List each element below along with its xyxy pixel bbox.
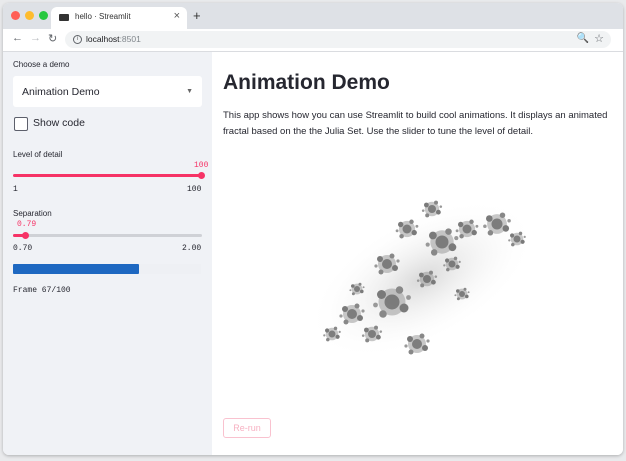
detail-slider-track[interactable] <box>13 174 202 177</box>
reload-icon[interactable]: ↻ <box>48 32 57 45</box>
url-host: localhost <box>86 34 120 44</box>
url-port: :8501 <box>119 34 141 44</box>
progress-bar <box>13 264 201 274</box>
demo-select-value: Animation Demo <box>22 86 100 98</box>
chevron-down-icon: ▼ <box>186 88 193 95</box>
tab-strip: hello · Streamlit × + <box>3 3 623 29</box>
maximize-window-button[interactable] <box>39 11 48 20</box>
main-panel: Animation Demo This app shows how you ca… <box>212 52 623 455</box>
sidebar: Choose a demo Animation Demo ▼ Show code… <box>3 52 212 455</box>
separation-slider-min: 0.70 <box>13 244 33 253</box>
separation-slider-value: 0.79 <box>17 220 37 229</box>
frame-counter: Frame 67/100 <box>13 286 71 295</box>
separation-slider-max: 2.00 <box>182 244 202 253</box>
browser-window: hello · Streamlit × + ← → ↻ i localhost:… <box>3 3 623 455</box>
detail-slider-label: Level of detail <box>13 150 63 159</box>
browser-tab[interactable]: hello · Streamlit × <box>51 7 187 29</box>
show-code-checkbox[interactable] <box>14 117 28 131</box>
show-code-label[interactable]: Show code <box>33 117 85 129</box>
back-arrow-icon[interactable]: ← <box>12 32 23 44</box>
demo-select[interactable]: Animation Demo ▼ <box>13 76 202 107</box>
streamlit-favicon-icon <box>59 14 69 21</box>
progress-bar-fill <box>13 264 139 274</box>
demo-select-label: Choose a demo <box>13 60 70 69</box>
page-description: This app shows how you can use Streamlit… <box>223 110 608 137</box>
tab-close-icon[interactable]: × <box>174 10 180 22</box>
detail-slider-min: 1 <box>13 185 18 194</box>
new-tab-button[interactable]: + <box>193 8 201 23</box>
url-text: localhost:8501 <box>86 34 141 44</box>
close-window-button[interactable] <box>11 11 20 20</box>
julia-set-fractal-image <box>307 198 537 360</box>
bookmark-star-icon[interactable]: ☆ <box>594 32 604 45</box>
browser-toolbar: ← → ↻ i localhost:8501 🔍 ☆ <box>3 29 623 52</box>
app-content: Choose a demo Animation Demo ▼ Show code… <box>3 52 623 455</box>
separation-slider-track[interactable] <box>13 234 202 237</box>
forward-arrow-icon[interactable]: → <box>30 32 41 44</box>
address-bar[interactable]: i localhost:8501 🔍 ☆ <box>65 31 611 48</box>
info-icon[interactable]: i <box>73 35 82 44</box>
minimize-window-button[interactable] <box>25 11 34 20</box>
separation-slider-label: Separation <box>13 209 52 218</box>
detail-slider-thumb[interactable] <box>198 172 205 179</box>
page-title: Animation Demo <box>223 71 390 94</box>
rerun-button[interactable]: Re-run <box>223 418 271 438</box>
detail-slider-max: 100 <box>187 185 202 194</box>
tab-title: hello · Streamlit <box>75 12 131 21</box>
separation-slider-thumb[interactable] <box>22 232 29 239</box>
detail-slider-value: 100 <box>194 161 209 170</box>
zoom-icon[interactable]: 🔍 <box>577 33 589 44</box>
